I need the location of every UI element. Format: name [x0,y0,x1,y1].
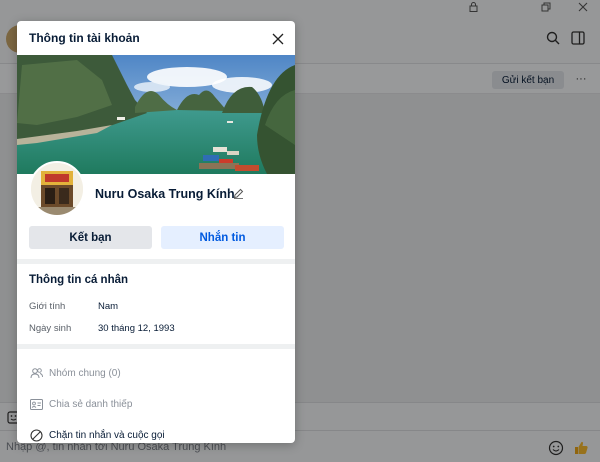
block-messages-item[interactable]: Chặn tin nhắn và cuộc gọi [29,427,165,443]
pencil-icon [233,188,243,199]
send-message-button[interactable]: Nhắn tin [161,226,284,249]
block-messages-label: Chặn tin nhắn và cuộc gọi [49,429,165,441]
edit-nickname-button[interactable] [231,186,245,200]
share-card-item[interactable]: Chia sẻ danh thiếp [29,396,132,412]
contact-card-icon [29,397,43,411]
block-icon [29,428,43,442]
personal-info-title: Thông tin cá nhân [29,274,129,286]
share-card-label: Chia sẻ danh thiếp [49,398,133,410]
gender-value: Nam [98,301,119,312]
section-divider [17,344,295,349]
account-info-dialog: Thông tin tài khoản Nuru Osaka Trung Kín… [17,21,295,443]
birthday-label: Ngày sinh [29,323,72,334]
profile-avatar[interactable] [29,161,85,217]
cover-photo[interactable] [17,55,295,174]
gender-label: Giới tính [29,301,66,312]
birthday-value: 30 tháng 12, 1993 [98,323,175,334]
section-divider [17,259,295,264]
profile-name: Nuru Osaka Trung Kính [95,187,235,201]
common-groups-label: Nhóm chung (0) [49,367,121,379]
close-icon [272,33,284,45]
dialog-title: Thông tin tài khoản [29,31,140,45]
close-button[interactable] [268,29,288,49]
dialog-header: Thông tin tài khoản [17,21,295,55]
users-icon [29,366,43,380]
add-friend-button[interactable]: Kết bạn [29,226,152,249]
common-groups-item[interactable]: Nhóm chung (0) [29,365,121,381]
